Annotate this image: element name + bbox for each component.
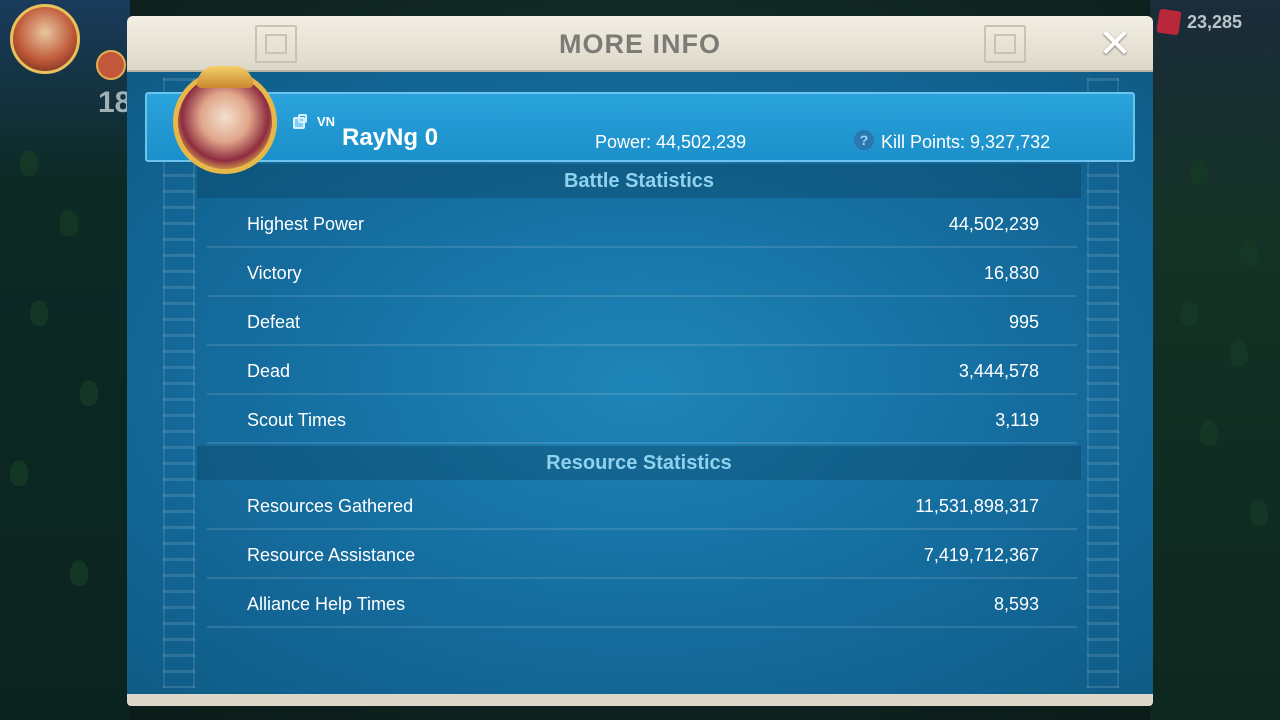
stat-value: 16,830	[983, 263, 1039, 283]
stat-row-scout-times: Scout Times 3,119	[207, 396, 1077, 444]
battle-statistics-header: Battle Statistics	[197, 164, 1081, 198]
help-icon[interactable]: ?	[854, 130, 874, 150]
gem-count: 23,285	[1187, 12, 1243, 32]
stat-label: Resource Assistance	[247, 545, 416, 565]
country-tag: VN	[317, 114, 336, 129]
stat-label: Resources Gathered	[247, 496, 414, 516]
dialog-title: MORE INFO	[559, 29, 721, 59]
stat-value: 44,502,239	[948, 214, 1039, 234]
dialog-header: MORE INFO ✕	[127, 16, 1153, 72]
stat-row-alliance-help-times: Alliance Help Times 8,593	[207, 580, 1077, 628]
hud-avatar[interactable]	[10, 4, 80, 74]
left-meander-border	[163, 78, 195, 688]
portrait-frame-crown	[197, 66, 253, 88]
player-name: RayNg 0	[342, 124, 439, 151]
right-meander-border	[1087, 78, 1119, 688]
stat-value: 3,119	[995, 410, 1039, 430]
stat-label: Dead	[247, 361, 291, 381]
player-power: Power: 44,502,239	[595, 132, 747, 152]
stat-label: Victory	[247, 263, 302, 283]
close-button[interactable]: ✕	[1093, 24, 1137, 64]
stat-label: Alliance Help Times	[247, 594, 406, 614]
stat-value: 11,531,898,317	[915, 496, 1039, 516]
game-background-right	[1150, 0, 1280, 720]
gem-icon	[1156, 8, 1182, 36]
stat-row-resources-gathered: Resources Gathered 11,531,898,317	[207, 482, 1077, 530]
stat-value: 8,593	[993, 594, 1039, 614]
stat-value: 7,419,712,367	[923, 545, 1039, 565]
dialog-footer	[127, 694, 1153, 706]
stat-row-resource-assistance: Resource Assistance 7,419,712,367	[207, 531, 1077, 579]
stat-label: Highest Power	[247, 214, 365, 234]
resource-statistics-header: Resource Statistics	[197, 446, 1081, 480]
stat-row-victory: Victory 16,830	[207, 249, 1077, 297]
hud-badge-icon[interactable]	[96, 50, 126, 80]
stat-value: 995	[1008, 312, 1039, 332]
stat-row-defeat: Defeat 995	[207, 298, 1077, 346]
more-info-dialog: MORE INFO ✕ VN RayNg 0 Power: 44,502,239…	[127, 16, 1153, 706]
stat-label: Defeat	[247, 312, 301, 332]
player-kill-points: Kill Points: 9,327,732	[881, 132, 1051, 152]
stat-value: 3,444,578	[958, 361, 1039, 381]
copy-icon[interactable]	[293, 114, 307, 129]
stat-row-dead: Dead 3,444,578	[207, 347, 1077, 395]
stat-label: Scout Times	[247, 410, 347, 430]
stat-row-highest-power: Highest Power 44,502,239	[207, 200, 1077, 248]
